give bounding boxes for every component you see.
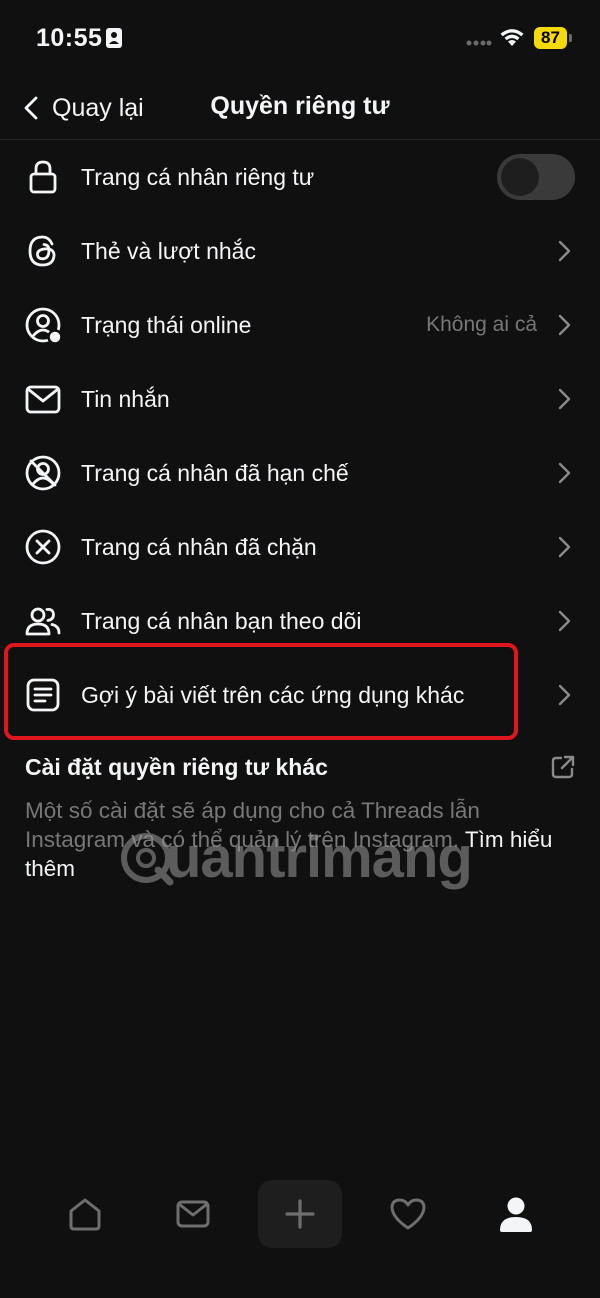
wifi-icon	[500, 29, 524, 46]
chevron-right-icon	[558, 684, 571, 706]
chevron-left-icon	[24, 96, 38, 120]
battery-level: 87	[541, 28, 560, 47]
setting-row-restricted-profiles[interactable]: Trang cá nhân đã hạn chế	[0, 436, 600, 510]
id-card-icon	[106, 28, 122, 48]
nav-profile[interactable]	[474, 1180, 558, 1248]
chevron-right-icon	[558, 240, 571, 262]
nav-activity[interactable]	[366, 1180, 450, 1248]
chevron-right-icon	[558, 388, 571, 410]
other-settings-title: Cài đặt quyền riêng tư khác	[25, 754, 328, 780]
toggle-knob	[501, 158, 539, 196]
chevron-right-icon	[558, 462, 571, 484]
status-bar: 10:55 87	[0, 0, 600, 78]
header: Quyền riêng tư Quay lại	[0, 78, 600, 140]
blocked-icon	[25, 529, 61, 565]
lock-icon	[29, 160, 57, 194]
setting-row-following-profiles[interactable]: Trang cá nhân bạn theo dõi	[0, 584, 600, 658]
signal-dots-icon	[466, 40, 492, 46]
setting-row-post-suggestions[interactable]: Gợi ý bài viết trên các ứng dụng khác	[0, 658, 600, 732]
setting-row-tags-mentions[interactable]: Thẻ và lượt nhắc	[0, 214, 600, 288]
following-icon	[25, 607, 61, 636]
setting-row-messages[interactable]: Tin nhắn	[0, 362, 600, 436]
setting-row-blocked-profiles[interactable]: Trang cá nhân đã chặn	[0, 510, 600, 584]
home-icon	[69, 1198, 101, 1231]
back-button[interactable]: Quay lại	[22, 88, 144, 128]
profile-icon	[500, 1197, 532, 1232]
setting-label: Trang cá nhân đã hạn chế	[81, 459, 349, 486]
back-label: Quay lại	[52, 93, 144, 122]
status-time: 10:55	[36, 24, 103, 52]
threads-icon	[28, 235, 56, 267]
mail-icon	[25, 385, 61, 414]
nav-create[interactable]	[258, 1180, 342, 1248]
setting-label: Trạng thái online	[81, 311, 252, 338]
setting-label: Tin nhắn	[81, 385, 170, 412]
activity-heart-icon	[390, 1198, 426, 1230]
setting-label: Gợi ý bài viết trên các ứng dụng khác	[81, 681, 465, 708]
chevron-right-icon	[558, 536, 571, 558]
setting-row-private-profile[interactable]: Trang cá nhân riêng tư	[0, 140, 600, 214]
private-profile-toggle[interactable]	[497, 154, 575, 200]
nav-inbox[interactable]	[151, 1180, 235, 1248]
battery-nub	[569, 34, 572, 42]
inbox-icon	[176, 1200, 210, 1228]
chevron-right-icon	[558, 314, 571, 336]
setting-label: Trang cá nhân riêng tư	[81, 163, 315, 190]
create-plus-icon	[285, 1199, 315, 1229]
setting-row-online-status[interactable]: Trạng thái online Không ai cả	[0, 288, 600, 362]
nav-home[interactable]	[43, 1180, 127, 1248]
chevron-right-icon	[558, 610, 571, 632]
setting-label: Thẻ và lượt nhắc	[81, 237, 256, 264]
online-status-value: Không ai cả	[426, 313, 537, 336]
post-suggestion-icon	[26, 678, 60, 712]
description-text: Một số cài đặt sẽ áp dụng cho cả Threads…	[25, 798, 480, 852]
setting-label: Trang cá nhân bạn theo dõi	[81, 607, 362, 634]
restricted-profile-icon	[25, 455, 61, 491]
external-link-icon[interactable]	[550, 754, 576, 780]
online-status-icon	[25, 307, 63, 345]
other-settings-description: Một số cài đặt sẽ áp dụng cho cả Threads…	[25, 796, 570, 883]
battery-indicator: 87	[534, 27, 572, 49]
bottom-nav	[0, 1170, 600, 1260]
setting-label: Trang cá nhân đã chặn	[81, 533, 317, 560]
